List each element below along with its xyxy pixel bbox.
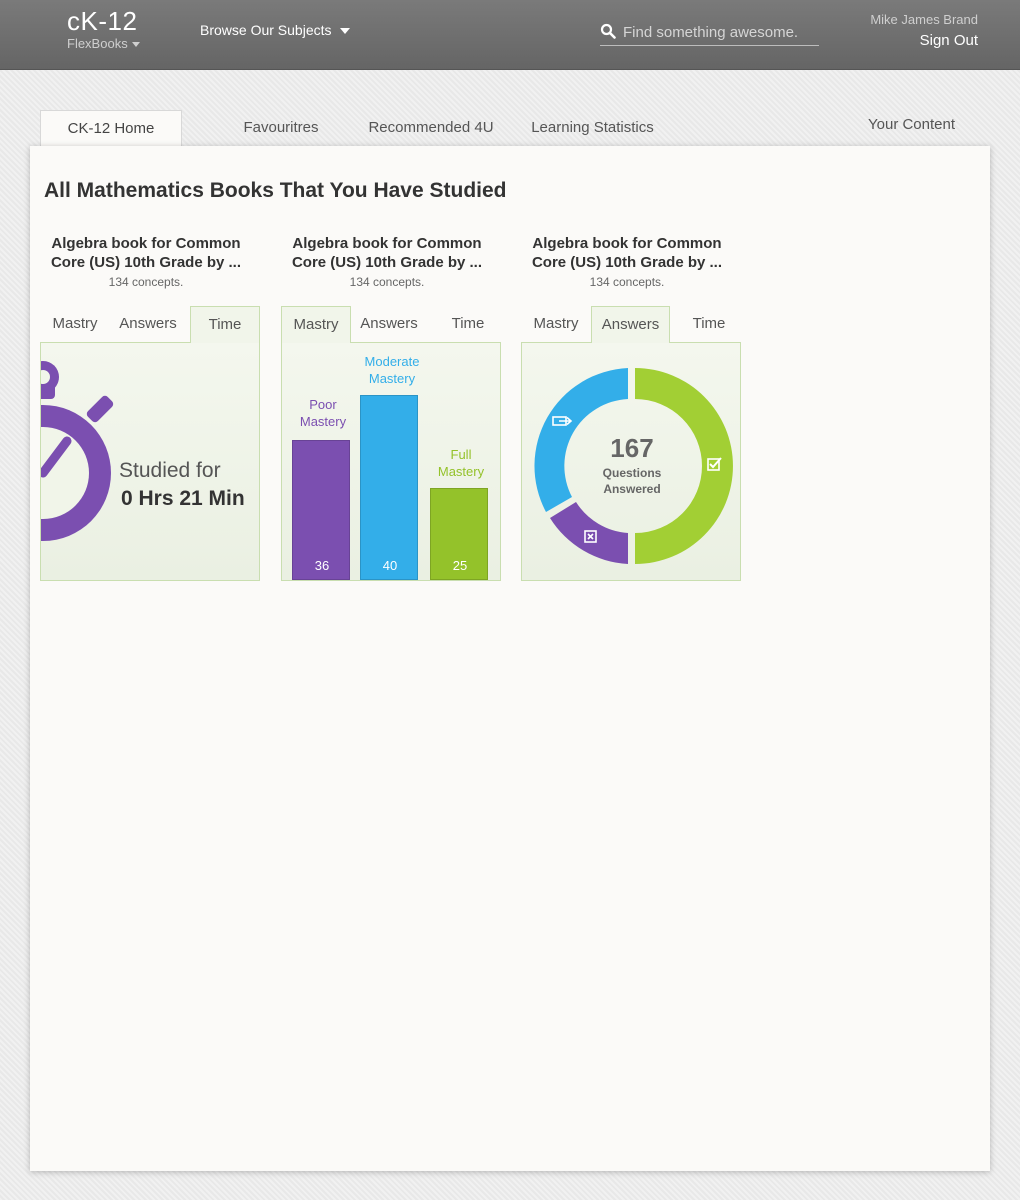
bar-value: 40 bbox=[382, 558, 398, 573]
time-panel: Studied for 0 Hrs 21 Min bbox=[40, 342, 260, 581]
answers-donut-chart: 167 Questions Answered bbox=[521, 342, 741, 581]
donut-incorrect-segment bbox=[550, 502, 628, 564]
flexbooks-label: FlexBooks bbox=[67, 36, 128, 51]
moderate-mastery-bar[interactable]: 40 bbox=[360, 395, 418, 580]
full-mastery-label-line2: Mastery bbox=[437, 464, 485, 479]
poor-mastery-label-line2: Mastery bbox=[299, 414, 347, 429]
top-navigation-bar: cK-12 FlexBooks Browse Our Subjects Mike… bbox=[0, 0, 1020, 70]
chevron-down-icon bbox=[131, 42, 140, 48]
card-tab-answers[interactable]: Answers bbox=[113, 306, 183, 343]
poor-mastery-label: Poor Mastery bbox=[283, 396, 363, 430]
book-title[interactable]: Algebra book for Common Core (US) 10th G… bbox=[40, 234, 252, 272]
card-tab-answers[interactable]: Answers bbox=[591, 306, 670, 343]
poor-mastery-bar[interactable]: 36 bbox=[292, 440, 350, 580]
stopwatch-icon bbox=[41, 361, 114, 541]
card-tab-time[interactable]: Time bbox=[433, 306, 503, 343]
card-tab-mastery[interactable]: Mastry bbox=[40, 306, 110, 343]
card-tab-mastery[interactable]: Mastry bbox=[521, 306, 591, 343]
tab-learning-statistics[interactable]: Learning Statistics bbox=[520, 110, 665, 146]
browse-subjects-dropdown[interactable]: Browse Our Subjects bbox=[200, 22, 350, 38]
center-label-line1: Questions bbox=[602, 466, 662, 480]
studied-label: Studied for bbox=[119, 459, 221, 482]
full-mastery-bar[interactable]: 25 bbox=[430, 488, 488, 580]
mastery-chart: Poor Mastery Moderate Mastery Full Maste… bbox=[281, 342, 501, 581]
search-icon bbox=[600, 23, 616, 39]
site-logo[interactable]: cK-12 bbox=[67, 6, 137, 37]
content-panel: All Mathematics Books That You Have Stud… bbox=[30, 146, 990, 1171]
concept-count: 134 concepts. bbox=[589, 275, 665, 289]
poor-mastery-label-line1: Poor bbox=[309, 397, 337, 412]
book-title[interactable]: Algebra book for Common Core (US) 10th G… bbox=[281, 234, 493, 272]
moderate-mastery-label: Moderate Mastery bbox=[352, 353, 432, 387]
full-mastery-label-line1: Full bbox=[450, 447, 472, 462]
full-mastery-label: Full Mastery bbox=[421, 446, 500, 480]
questions-answered-count: 167 bbox=[610, 433, 654, 463]
questions-answered-label: Questions Answered bbox=[522, 465, 740, 497]
chevron-down-icon bbox=[339, 28, 350, 35]
book-card-time: Algebra book for Common Core (US) 10th G… bbox=[40, 234, 260, 582]
search-box bbox=[600, 20, 819, 46]
user-name[interactable]: Mike James Brand bbox=[870, 12, 978, 27]
book-card-answers: Algebra book for Common Core (US) 10th G… bbox=[521, 234, 741, 582]
bar-value: 36 bbox=[314, 558, 330, 573]
tab-ck12-home[interactable]: CK-12 Home bbox=[40, 110, 182, 146]
bar-value: 25 bbox=[452, 558, 468, 573]
card-tab-answers[interactable]: Answers bbox=[354, 306, 424, 343]
moderate-mastery-label-line2: Mastery bbox=[368, 371, 416, 386]
browse-subjects-label: Browse Our Subjects bbox=[200, 22, 332, 38]
page-title: All Mathematics Books That You Have Stud… bbox=[44, 179, 507, 202]
book-card-mastery: Algebra book for Common Core (US) 10th G… bbox=[281, 234, 501, 582]
studied-time-value: 0 Hrs 21 Min bbox=[121, 487, 245, 510]
your-content-link[interactable]: Your Content bbox=[868, 116, 955, 133]
flexbooks-menu[interactable]: FlexBooks bbox=[67, 36, 140, 51]
sign-out-link[interactable]: Sign Out bbox=[920, 32, 978, 49]
card-tab-time[interactable]: Time bbox=[674, 306, 744, 343]
card-tab-time[interactable]: Time bbox=[190, 306, 260, 343]
book-title[interactable]: Algebra book for Common Core (US) 10th G… bbox=[521, 234, 733, 272]
concept-count: 134 concepts. bbox=[108, 275, 184, 289]
moderate-mastery-label-line1: Moderate bbox=[364, 354, 420, 369]
concept-count: 134 concepts. bbox=[349, 275, 425, 289]
search-input[interactable] bbox=[623, 20, 817, 44]
tab-recommended[interactable]: Recommended 4U bbox=[360, 110, 502, 146]
tab-favourites[interactable]: Favouritres bbox=[210, 110, 352, 146]
card-tab-mastery[interactable]: Mastry bbox=[281, 306, 351, 343]
center-label-line2: Answered bbox=[603, 482, 661, 496]
